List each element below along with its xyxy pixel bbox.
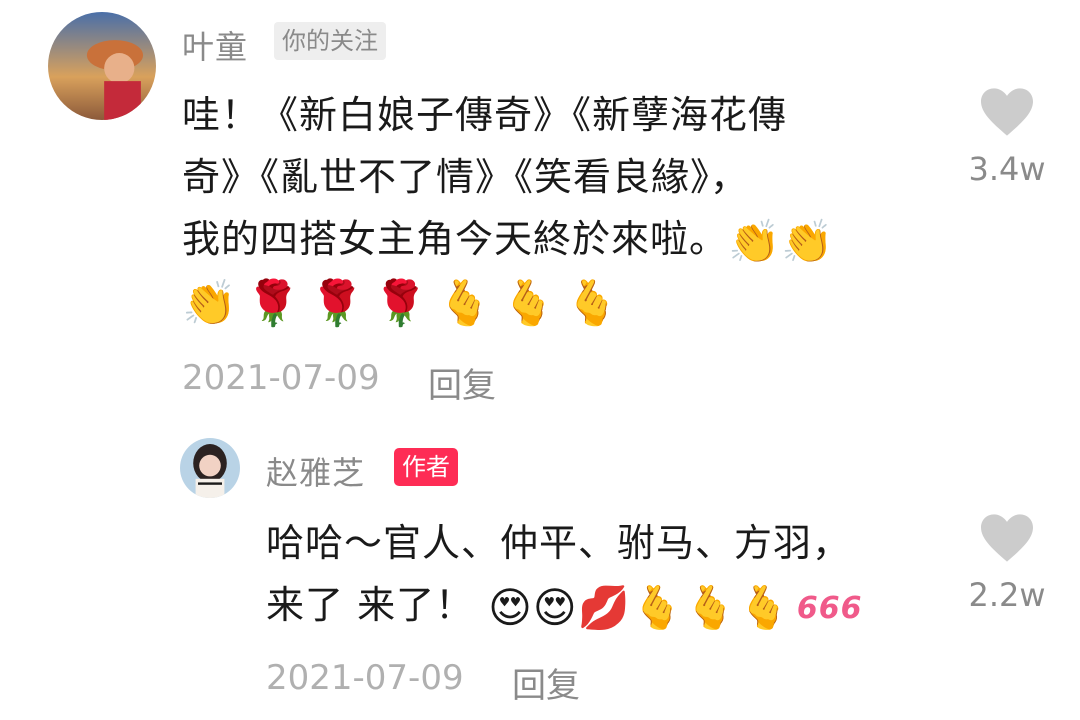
comment-date: 2021-07-09 [266, 658, 464, 698]
emoji-group: 😍😍💋🫰🫰🫰 [488, 582, 791, 632]
comment-text-line-2: 来了 来了！ 😍😍💋🫰🫰🫰 666 [266, 574, 862, 640]
comment-text-line-1: 哇！《新白娘子傳奇》《新孽海花傳 [182, 93, 788, 137]
comment-text-line-2: 奇》《亂世不了情》《笑看良緣》， [182, 155, 750, 199]
finger-heart-emoji: 🫰 [500, 277, 557, 329]
heart-icon [981, 514, 1033, 562]
clapping-emoji: 👏 [182, 277, 238, 329]
comment-text: 哇！《新白娘子傳奇》《新孽海花傳 奇》《亂世不了情》《笑看良緣》， 我的四搭女主… [182, 84, 835, 335]
finger-heart-emoji: 🫰 [437, 277, 493, 329]
username[interactable]: 赵雅芝 [266, 448, 365, 494]
rose-emoji: 🌹 [373, 277, 430, 329]
like-count: 2.2w [968, 576, 1046, 614]
avatar-photo-icon [48, 12, 156, 120]
avatar[interactable] [180, 438, 240, 498]
like-button[interactable]: 3.4w [962, 86, 1052, 188]
comment-text-line-1: 哈哈～官人、仲平、驸马、方羽， [266, 521, 852, 565]
like-button[interactable]: 2.2w [962, 512, 1052, 614]
like-count: 3.4w [968, 150, 1046, 188]
reply-button[interactable]: 回复 [428, 358, 496, 407]
avatar[interactable] [48, 12, 156, 120]
comment-date: 2021-07-09 [182, 358, 380, 398]
comment-text: 哈哈～官人、仲平、驸马、方羽， 来了 来了！ 😍😍💋🫰🫰🫰 666 [266, 512, 862, 640]
finger-heart-emoji: 🫰 [564, 277, 621, 329]
author-badge: 作者 [394, 448, 458, 486]
clapping-emoji: 👏👏 [728, 216, 835, 266]
comment-text-line-2-text: 来了 来了！ [266, 583, 475, 627]
emoji-row: 👏 🌹 🌹 🌹 🫰 🫰 🫰 [182, 273, 835, 335]
rose-emoji: 🌹 [245, 277, 302, 329]
following-badge: 你的关注 [274, 22, 386, 60]
username[interactable]: 叶童 [182, 22, 248, 68]
rose-emoji: 🌹 [309, 277, 366, 329]
666-badge: 666 [796, 591, 863, 626]
avatar-photo-icon [180, 438, 240, 498]
reply-button[interactable]: 回复 [512, 658, 580, 707]
comment-text-line-3-text: 我的四搭女主角今天終於來啦。 [182, 217, 729, 261]
heart-icon [981, 88, 1033, 136]
comment-text-line-3: 我的四搭女主角今天終於來啦。👏👏 [182, 208, 835, 273]
